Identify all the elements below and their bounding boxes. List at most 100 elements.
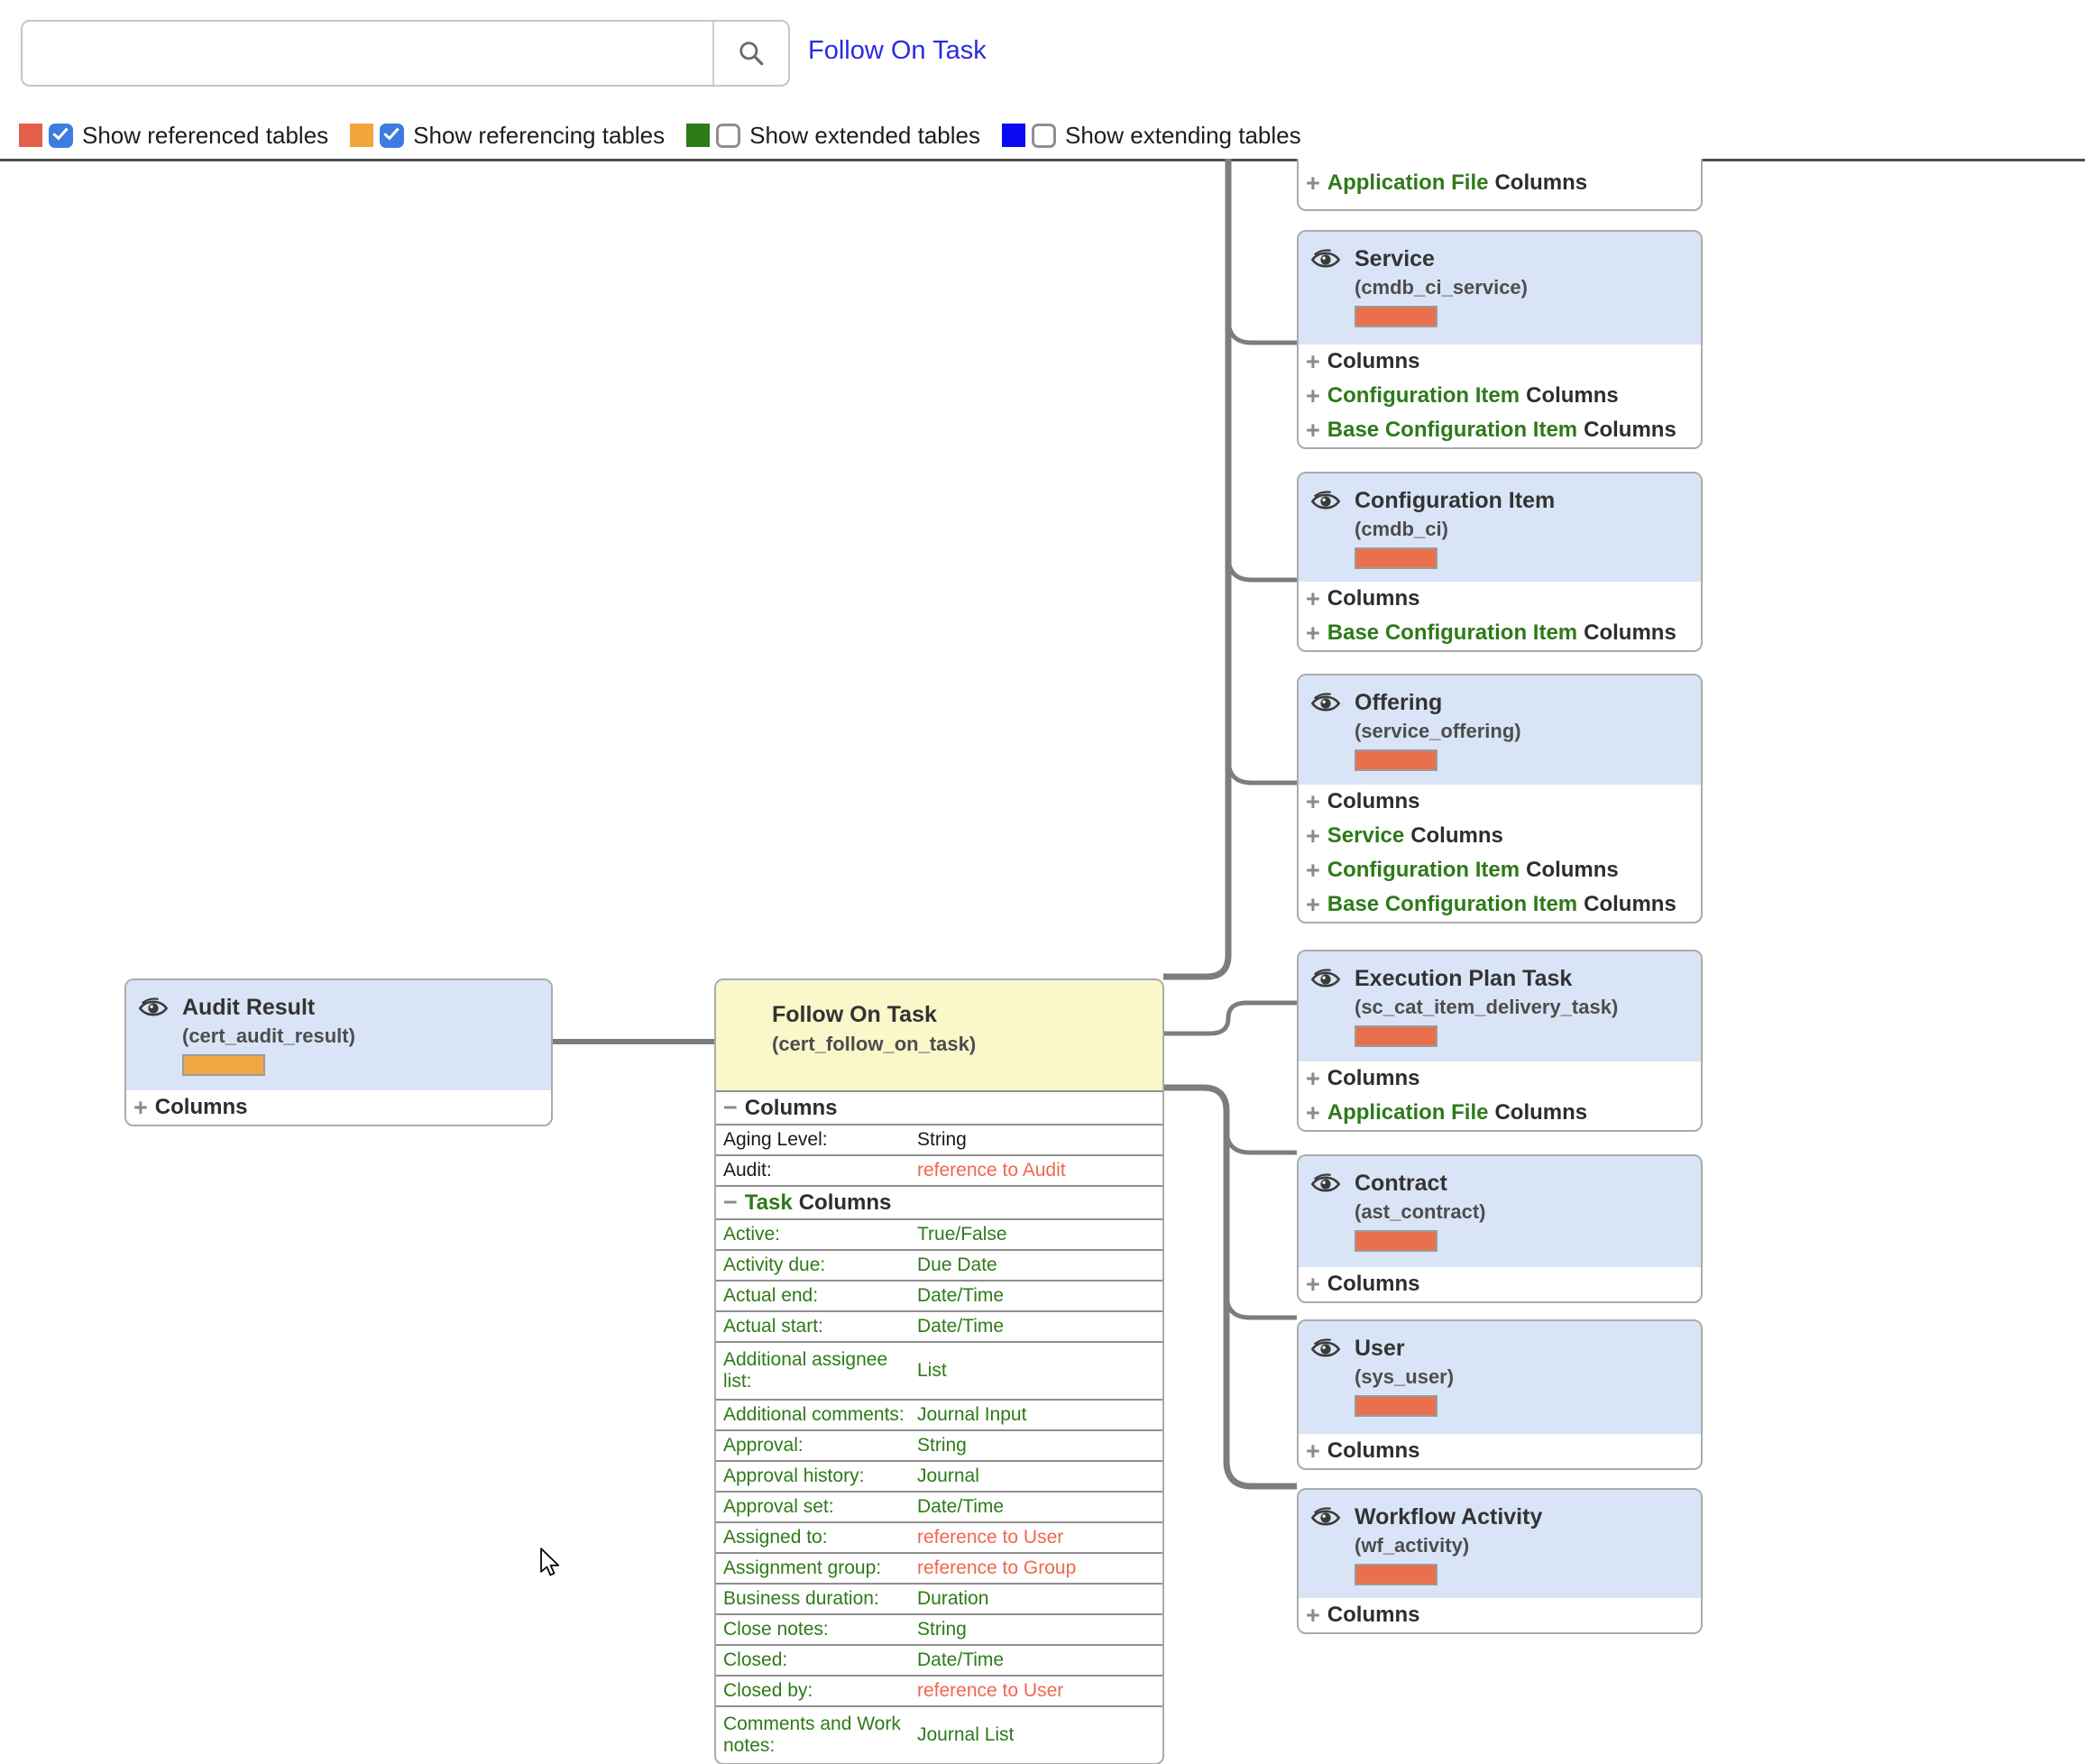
expander-own-columns[interactable]: +Columns xyxy=(1299,1267,1701,1301)
expander-own-columns[interactable]: +Columns xyxy=(1299,1061,1701,1096)
expander-sign: + xyxy=(1306,620,1320,648)
field-type[interactable]: reference to Group xyxy=(917,1557,1076,1579)
expander-task-columns[interactable]: −TaskColumns xyxy=(716,1185,1162,1218)
expander-label: Columns xyxy=(1584,892,1676,917)
table-card-offering: Offering(service_offering)+Columns+Servi… xyxy=(1297,674,1703,923)
expander-parent-table: Configuration Item xyxy=(1327,383,1520,409)
connector-configuration-item xyxy=(1228,556,1297,580)
expander-own-columns[interactable]: +Columns xyxy=(1299,582,1701,616)
expander-label: Columns xyxy=(1526,858,1619,883)
expander-own-columns[interactable]: +Columns xyxy=(1299,1598,1701,1632)
field-label: Closed by: xyxy=(723,1680,908,1702)
eye-icon[interactable] xyxy=(1309,1172,1342,1196)
expander-label: Columns xyxy=(1584,418,1676,443)
table-header: Configuration Item(cmdb_ci) xyxy=(1299,473,1701,582)
eye-icon[interactable] xyxy=(1309,1506,1342,1530)
eye-icon[interactable] xyxy=(1309,1337,1342,1361)
connector-execution-plan-task xyxy=(1164,1003,1297,1034)
table-title: Execution Plan Task xyxy=(1355,966,1572,992)
expander-base-configuration-item-columns[interactable]: +Base Configuration ItemColumns xyxy=(1299,616,1701,650)
expander-sign: + xyxy=(1306,1602,1320,1630)
eye-icon[interactable] xyxy=(1309,490,1342,513)
expander-own-columns[interactable]: +Columns xyxy=(1299,785,1701,819)
expander-application-file-columns[interactable]: +Application FileColumns xyxy=(1299,159,1701,207)
eye-icon[interactable] xyxy=(137,997,170,1020)
expander-base-configuration-item-columns[interactable]: + Base Configuration Item Columns xyxy=(1299,887,1701,922)
field-row: Approval history:Journal xyxy=(716,1460,1162,1491)
field-label: Additional assignee list: xyxy=(723,1349,908,1392)
expander-parent-table: Base Configuration Item xyxy=(1327,418,1577,443)
expander-sign: + xyxy=(1306,170,1320,198)
table-header: User(sys_user) xyxy=(1299,1321,1701,1434)
field-label: Additional comments: xyxy=(723,1404,908,1426)
table-title: Follow On Task xyxy=(772,1002,937,1028)
field-type: Duration xyxy=(917,1588,988,1610)
table-title: Workflow Activity xyxy=(1355,1504,1542,1530)
expander-sign: + xyxy=(1306,1065,1320,1093)
field-type: Date/Time xyxy=(917,1496,1004,1518)
table-header: Offering(service_offering) xyxy=(1299,675,1701,785)
field-row: Approval set: Date/Time xyxy=(716,1491,1162,1521)
table-system-name: (cmdb_ci_service) xyxy=(1355,276,1528,299)
field-type: Journal Input xyxy=(917,1404,1026,1426)
field-row: Actual start:Date/Time xyxy=(716,1310,1162,1341)
field-row: Aging Level:String xyxy=(716,1124,1162,1154)
table-card-execution-plan-task: Execution Plan Task(sc_cat_item_delivery… xyxy=(1297,950,1703,1132)
expander-own-columns[interactable]: +Columns xyxy=(1299,345,1701,379)
field-type[interactable]: reference to User xyxy=(917,1527,1063,1548)
connector-contract xyxy=(1226,1129,1297,1153)
table-card-workflow-activity: Workflow Activity (wf_activity) +Columns xyxy=(1297,1488,1703,1634)
field-label: Assignment group: xyxy=(723,1557,908,1579)
expander-sign: + xyxy=(1306,891,1320,919)
eye-icon[interactable] xyxy=(1309,968,1342,991)
expander-own-columns[interactable]: −Columns xyxy=(716,1090,1162,1124)
expander-base-configuration-item-columns[interactable]: + Base Configuration Item Columns xyxy=(1299,413,1701,447)
expander-service-columns[interactable]: +ServiceColumns xyxy=(1299,819,1701,853)
expander-label: Columns xyxy=(1494,1100,1587,1125)
field-type[interactable]: reference to Audit xyxy=(917,1160,1066,1181)
expander-own-columns[interactable]: +Columns xyxy=(1299,1434,1701,1468)
expander-configuration-item-columns[interactable]: +Configuration ItemColumns xyxy=(1299,853,1701,887)
connector-offering xyxy=(1228,759,1297,783)
table-title: Offering xyxy=(1355,690,1442,716)
eye-icon[interactable] xyxy=(1309,692,1342,715)
table-system-name: (wf_activity) xyxy=(1355,1534,1469,1557)
connector-service xyxy=(1228,319,1297,343)
expander-configuration-item-columns[interactable]: +Configuration ItemColumns xyxy=(1299,379,1701,413)
expander-sign: − xyxy=(723,1094,738,1122)
table-system-name: (sys_user) xyxy=(1355,1365,1454,1389)
expander-sign: + xyxy=(1306,1099,1320,1127)
table-card-audit-result: Audit Result(cert_audit_result)+Columns xyxy=(124,978,553,1126)
field-row: Additional assignee list:List xyxy=(716,1341,1162,1399)
table-card-service: Service(cmdb_ci_service)+Columns+Configu… xyxy=(1297,230,1703,449)
field-label: Assigned to: xyxy=(723,1527,908,1548)
table-header: Workflow Activity (wf_activity) xyxy=(1299,1490,1701,1598)
field-row: Actual end:Date/Time xyxy=(716,1280,1162,1310)
field-row: Activity due:Due Date xyxy=(716,1249,1162,1280)
expander-label: Columns xyxy=(1584,620,1676,646)
field-type[interactable]: reference to User xyxy=(917,1680,1063,1702)
expander-label: Columns xyxy=(155,1095,248,1120)
field-type: Date/Time xyxy=(917,1316,1004,1337)
expander-sign: + xyxy=(1306,417,1320,445)
table-card-contract: Contract(ast_contract)+Columns xyxy=(1297,1154,1703,1303)
expander-parent-table: Base Configuration Item xyxy=(1327,892,1577,917)
field-label: Actual end: xyxy=(723,1285,908,1307)
expander-label: Columns xyxy=(1327,586,1420,611)
table-header: Service(cmdb_ci_service) xyxy=(1299,232,1701,345)
field-row: Assigned to: reference to User xyxy=(716,1521,1162,1552)
table-title: Audit Result xyxy=(182,995,315,1021)
field-label: Approval set: xyxy=(723,1496,908,1518)
expander-own-columns[interactable]: +Columns xyxy=(126,1090,551,1125)
expander-application-file-columns[interactable]: +Application FileColumns xyxy=(1299,1096,1701,1130)
schema-map: Follow On Task Show referenced tablesSho… xyxy=(0,0,2085,1764)
table-card-configuration-item: Configuration Item(cmdb_ci)+Columns+Base… xyxy=(1297,472,1703,652)
eye-icon[interactable] xyxy=(1309,248,1342,271)
table-title: Contract xyxy=(1355,1171,1447,1197)
expander-sign: + xyxy=(1306,822,1320,850)
field-row: Approval:String xyxy=(716,1429,1162,1460)
expander-parent-table: Service xyxy=(1327,823,1404,849)
field-type: Journal List xyxy=(917,1724,1014,1746)
field-row: Additional comments: Journal Input xyxy=(716,1399,1162,1429)
field-type: True/False xyxy=(917,1224,1007,1245)
